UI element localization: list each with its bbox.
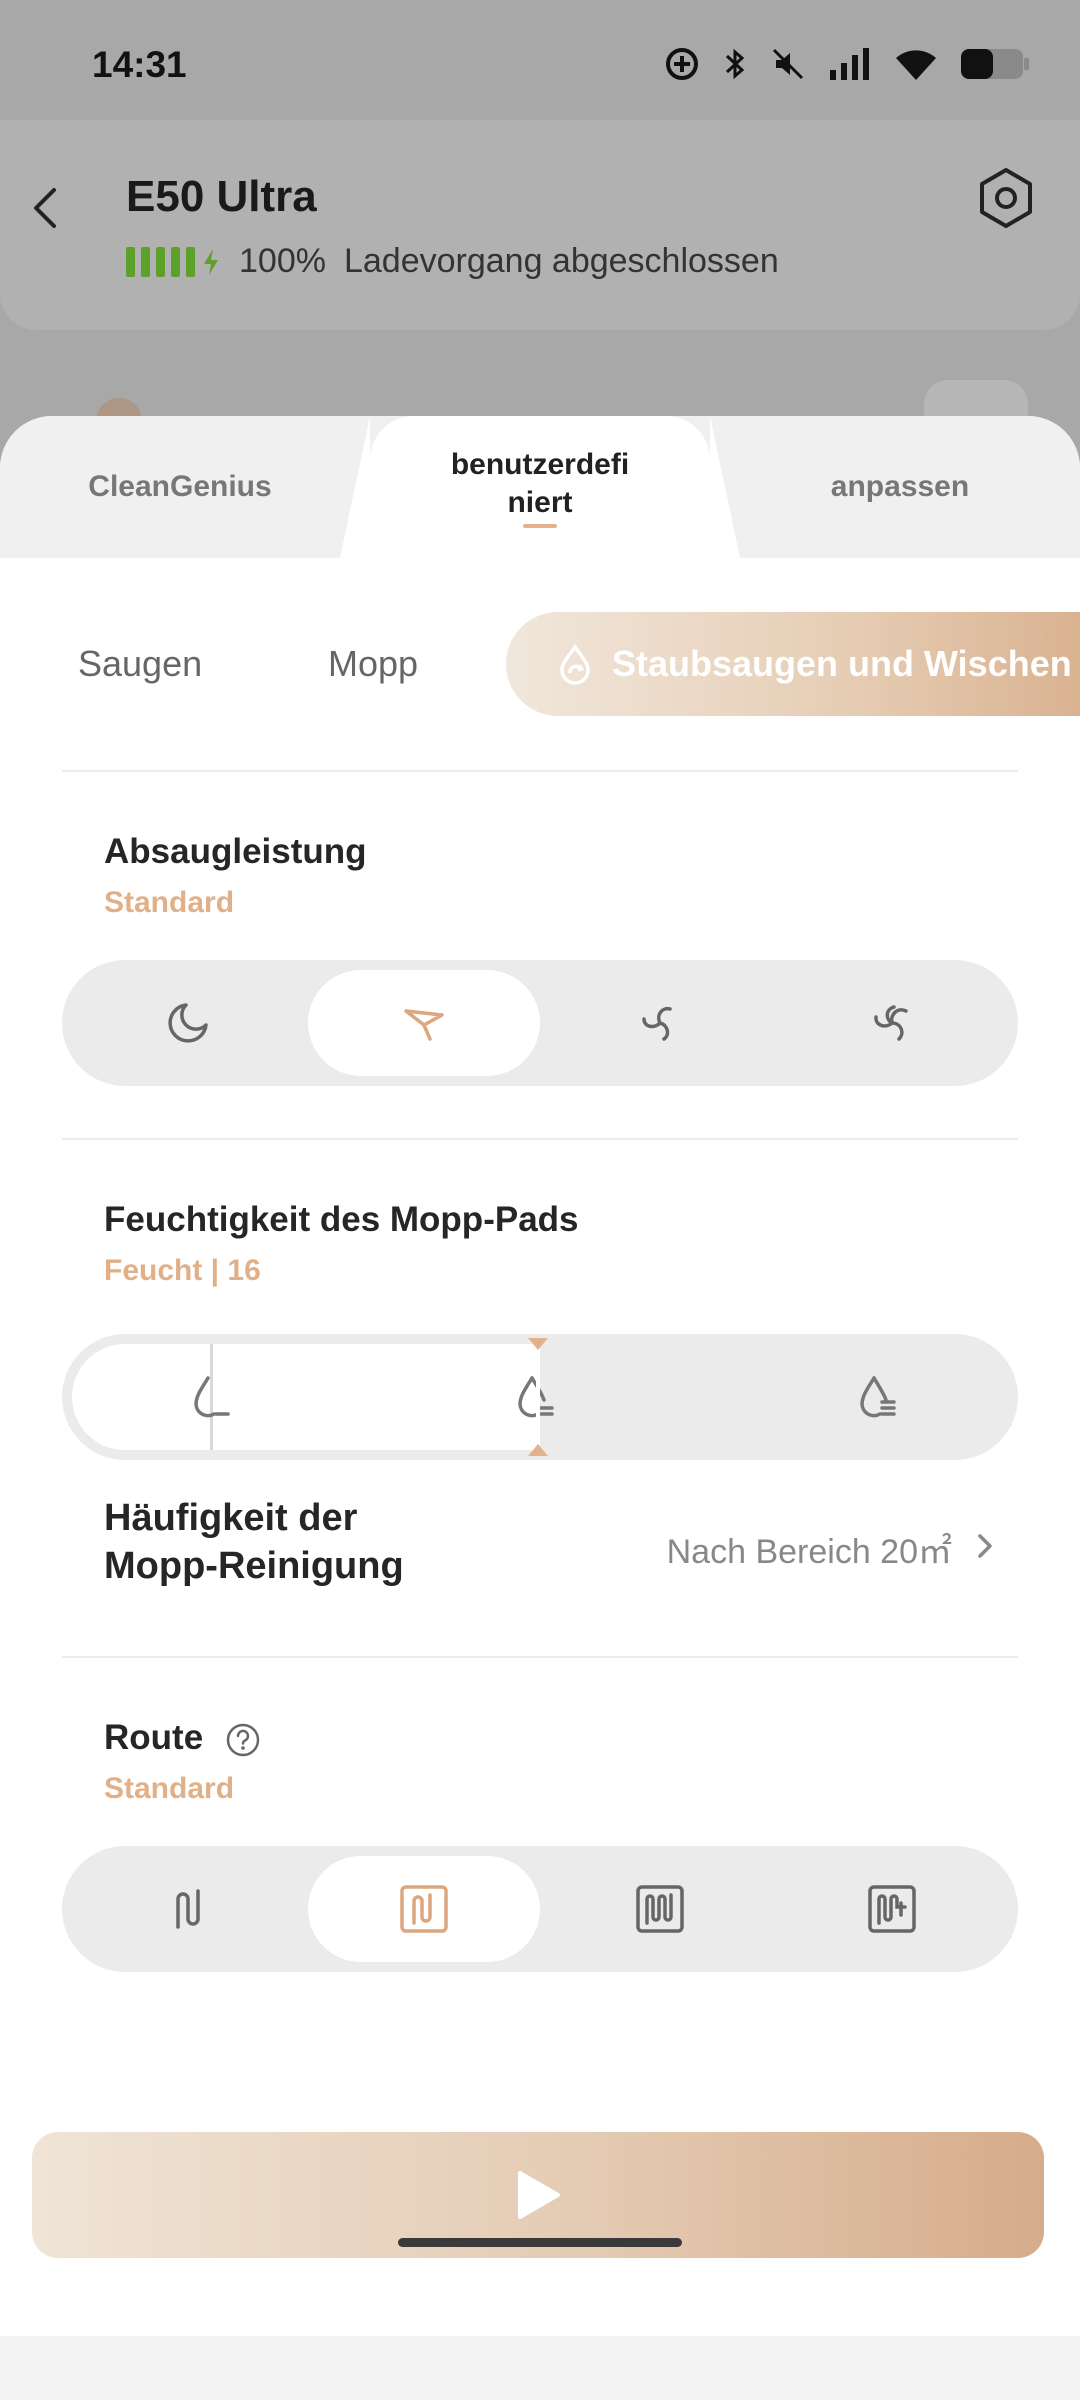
battery-row: 100% Ladevorgang abgeschlossen <box>126 242 779 281</box>
route-option-intensive[interactable] <box>544 1856 776 1962</box>
divider <box>62 770 1018 772</box>
standard-route-icon <box>400 1885 448 1933</box>
mode-tabs: CleanGenius benutzerdefi niert anpassen <box>0 416 1080 558</box>
signal-icon <box>830 48 869 80</box>
mode-mop[interactable]: Mopp <box>328 612 418 716</box>
cleaning-settings-sheet: CleanGenius benutzerdefi niert anpassen … <box>0 416 1080 2400</box>
route-option-quick[interactable] <box>72 1856 304 1962</box>
cleaning-mode-selector: Saugen Mopp Staubsaugen und Wischen <box>0 612 1080 716</box>
suction-option-quiet[interactable] <box>72 970 304 1076</box>
slider-handle-marker-top <box>528 1338 548 1350</box>
tab-cleangenius[interactable]: CleanGenius <box>0 416 360 558</box>
suction-option-strong[interactable] <box>544 970 776 1076</box>
mop-frequency-title: Häufigkeit der Mopp-Reinigung <box>104 1497 404 1587</box>
wet-drop-icon <box>860 1376 896 1418</box>
moisture-title: Feuchtigkeit des Mopp-Pads <box>104 1200 579 1239</box>
moisture-level-high[interactable] <box>850 1370 906 1426</box>
deep-route-icon <box>868 1885 916 1933</box>
suction-power-selector <box>62 960 1018 1086</box>
moisture-slider-handle[interactable] <box>536 1348 540 1446</box>
status-bar: 14:31 <box>0 0 1080 120</box>
battery-status: Ladevorgang abgeschlossen <box>343 242 779 280</box>
device-settings-button[interactable] <box>974 166 1038 230</box>
max-fan-icon <box>874 1005 908 1041</box>
quiet-icon <box>168 1003 208 1043</box>
mop-frequency-row[interactable]: Häufigkeit der Mopp-Reinigung Nach Berei… <box>0 1494 1080 1624</box>
route-value: Standard <box>104 1772 235 1805</box>
divider <box>62 1138 1018 1140</box>
tab-custom[interactable]: benutzerdefi niert <box>370 416 710 558</box>
moisture-slider[interactable] <box>62 1334 1018 1460</box>
moisture-slider-fill <box>72 1344 538 1450</box>
mode-vacuum-and-mop[interactable]: Staubsaugen und Wischen <box>506 612 1080 716</box>
suction-title: Absaugleistung <box>104 832 367 871</box>
data-saver-icon <box>666 48 698 80</box>
chevron-right-icon <box>978 1534 992 1558</box>
home-indicator[interactable] <box>398 2238 682 2247</box>
slightly-dry-drop-icon <box>194 1376 230 1418</box>
quick-route-icon <box>176 1889 200 1929</box>
bluetooth-icon <box>725 48 745 80</box>
device-name: E50 Ultra <box>126 172 317 221</box>
route-title: Route <box>104 1718 261 1758</box>
mode-vacuum[interactable]: Saugen <box>78 612 202 716</box>
mop-frequency-value: Nach Bereich 20㎡ <box>666 1533 952 1571</box>
battery-level-icon <box>126 246 221 277</box>
suction-option-max[interactable] <box>776 970 1008 1076</box>
tab-customize[interactable]: anpassen <box>720 416 1080 558</box>
suction-option-standard[interactable] <box>308 970 540 1076</box>
suction-value: Standard <box>104 886 235 919</box>
moisture-level-low[interactable] <box>184 1370 240 1426</box>
play-icon <box>518 2171 560 2219</box>
route-option-standard[interactable] <box>308 1856 540 1962</box>
battery-percent: 100% <box>239 242 326 280</box>
strong-fan-icon <box>642 1006 672 1041</box>
device-header <box>0 120 1080 330</box>
route-selector <box>62 1846 1018 1972</box>
route-option-deep[interactable] <box>776 1856 1008 1962</box>
slider-handle-marker-bottom <box>528 1444 548 1456</box>
divider <box>62 1656 1018 1658</box>
mute-icon <box>772 48 804 80</box>
intensive-route-icon <box>636 1885 684 1933</box>
help-icon[interactable] <box>225 1722 261 1758</box>
back-button[interactable] <box>20 178 70 238</box>
vacuum-mop-icon <box>560 643 590 685</box>
status-icons <box>664 44 1030 84</box>
status-time: 14:31 <box>92 44 187 85</box>
wifi-icon <box>896 50 936 80</box>
moisture-value: Feucht | 16 <box>104 1254 261 1287</box>
navigation-bar-area <box>0 2336 1080 2400</box>
battery-icon <box>961 49 1029 79</box>
active-tab-indicator <box>523 524 557 528</box>
standard-fan-icon <box>404 1009 444 1041</box>
